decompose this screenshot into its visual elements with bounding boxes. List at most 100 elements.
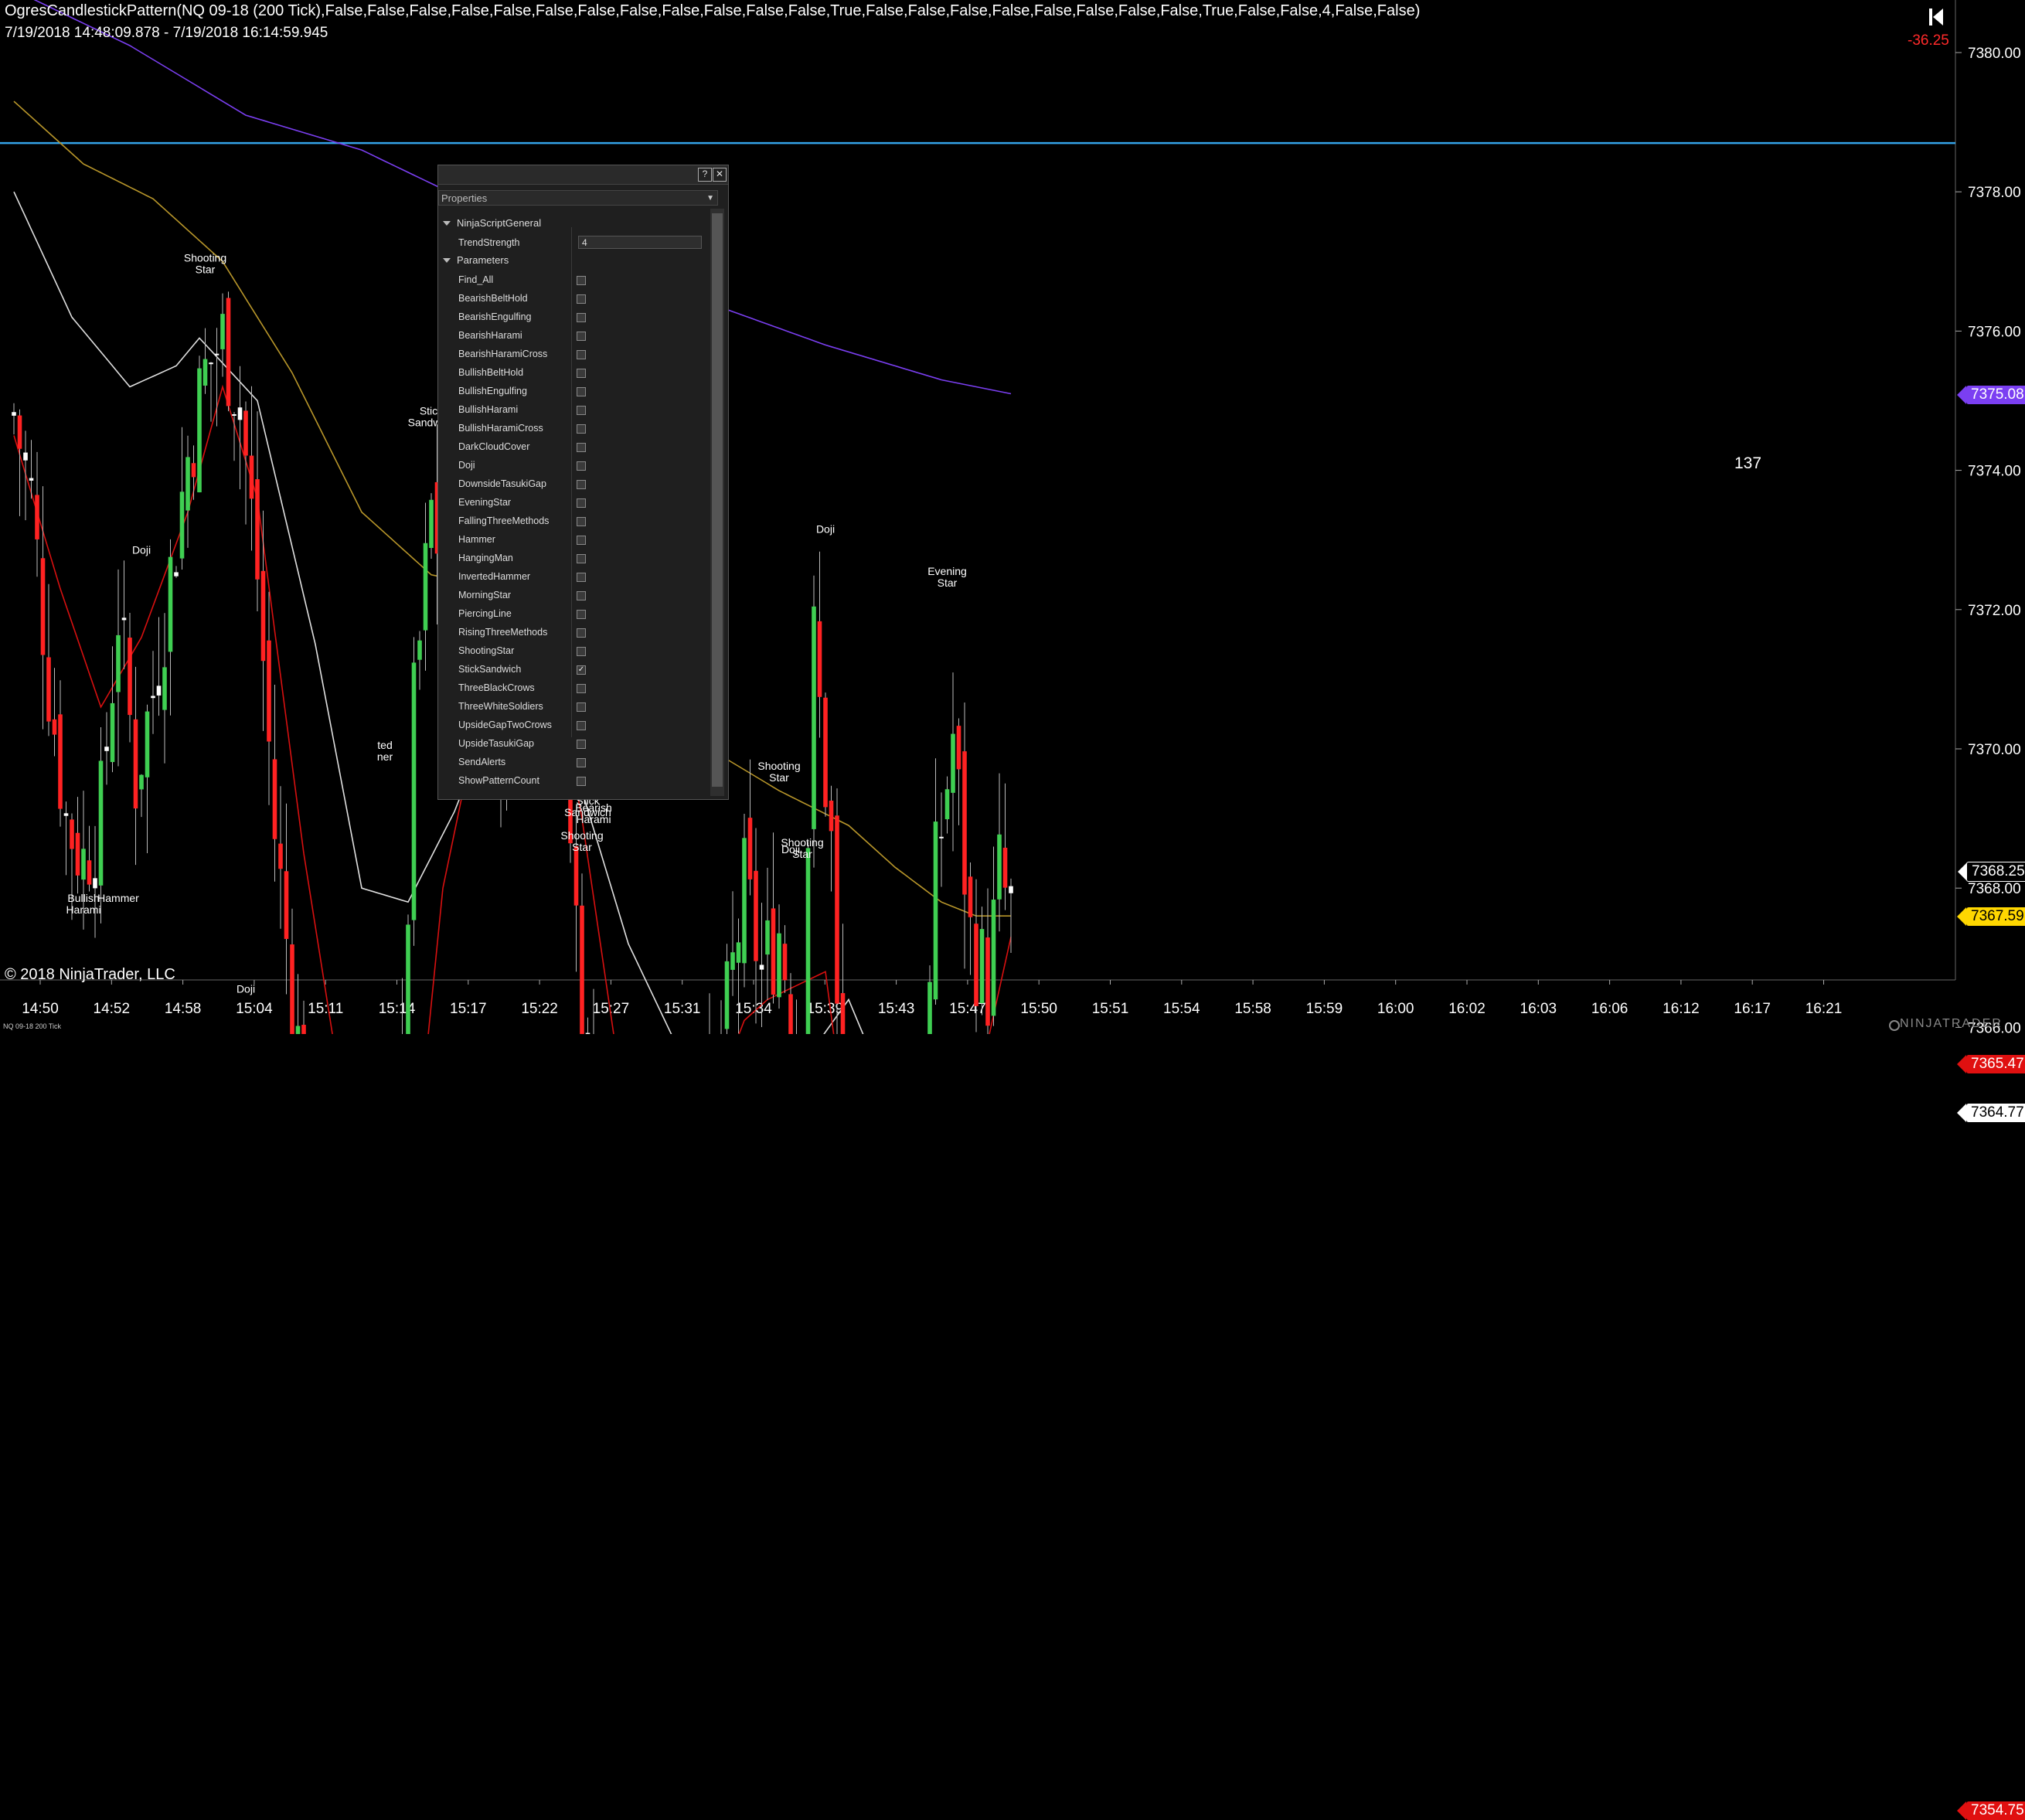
checkbox[interactable]	[577, 721, 586, 730]
candle-body	[35, 495, 39, 539]
y-tick-label: 7374.00	[1968, 464, 2021, 480]
property-row[interactable]: ThreeWhiteSoldiers	[438, 697, 705, 716]
property-row[interactable]: DownsideTasukiGap	[438, 475, 705, 493]
property-row[interactable]: BullishHaramiCross	[438, 419, 705, 437]
candle-body	[98, 760, 104, 886]
property-row[interactable]: HangingMan	[438, 549, 705, 567]
checkbox[interactable]	[577, 647, 586, 656]
pattern-label: Doji	[816, 523, 835, 536]
pattern-label-line: ner	[377, 750, 393, 763]
candle-body	[12, 412, 16, 416]
property-row[interactable]: RisingThreeMethods	[438, 623, 705, 641]
checkbox[interactable]	[577, 758, 586, 767]
property-row[interactable]: UpsideTasukiGap	[438, 734, 705, 753]
checkbox[interactable]	[577, 498, 586, 508]
checkbox[interactable]	[577, 777, 586, 786]
checkbox[interactable]	[577, 684, 586, 693]
property-row[interactable]: BullishEngulfing	[438, 382, 705, 400]
candle-body	[968, 876, 973, 917]
property-row[interactable]: DarkCloudCover	[438, 437, 705, 456]
candle-body	[927, 981, 932, 1034]
checkbox[interactable]	[577, 313, 586, 322]
property-row[interactable]: BearishHaramiCross	[438, 345, 705, 363]
checkbox[interactable]	[577, 387, 586, 396]
checkbox[interactable]	[577, 406, 586, 415]
checkbox[interactable]	[577, 740, 586, 749]
y-tick-label: 7368.00	[1968, 881, 2021, 897]
pattern-label-line: Star	[769, 771, 789, 784]
scroll-to-end-icon[interactable]	[1928, 7, 1946, 27]
close-button[interactable]: ✕	[713, 168, 727, 182]
pattern-label: ShootingStar	[184, 251, 226, 275]
property-row[interactable]: MorningStar	[438, 586, 705, 604]
property-row[interactable]: PiercingLine	[438, 604, 705, 623]
expand-triangle-icon[interactable]	[443, 221, 451, 226]
property-label: UpsideTasukiGap	[458, 738, 534, 749]
section-ninjascriptgeneral[interactable]: NinjaScriptGeneral	[438, 215, 541, 232]
candle-body	[423, 543, 428, 631]
pattern-label: ShootingStar	[757, 760, 800, 784]
x-tick-label: 14:50	[22, 1001, 59, 1017]
checkbox[interactable]	[577, 424, 586, 434]
checkbox[interactable]	[577, 350, 586, 359]
property-row[interactable]: BearishHarami	[438, 326, 705, 345]
pattern-label-line: Shooting	[757, 760, 800, 772]
property-row[interactable]: TrendStrength 4	[438, 233, 705, 252]
candle-body	[70, 819, 74, 849]
candle-body	[974, 924, 978, 1006]
property-row[interactable]: UpsideGapTwoCrows	[438, 716, 705, 734]
property-row[interactable]: ShootingStar	[438, 641, 705, 660]
property-row[interactable]: EveningStar	[438, 493, 705, 512]
property-row[interactable]: ThreeBlackCrows	[438, 679, 705, 697]
property-row[interactable]: BullishHarami	[438, 400, 705, 419]
checkbox[interactable]	[577, 517, 586, 526]
scrollbar-thumb[interactable]	[712, 213, 723, 787]
x-tick-label: 15:11	[308, 1001, 343, 1017]
property-label: ShootingStar	[458, 645, 515, 656]
property-row[interactable]: StickSandwich ✓	[438, 660, 705, 679]
property-row[interactable]: Doji	[438, 456, 705, 475]
candle-body	[139, 774, 144, 790]
property-row[interactable]: InvertedHammer	[438, 567, 705, 586]
candle-body	[956, 726, 961, 770]
checkbox[interactable]	[577, 443, 586, 452]
candle-body	[232, 413, 237, 416]
checkbox[interactable]	[577, 332, 586, 341]
checkbox[interactable]	[577, 591, 586, 600]
checkbox[interactable]	[577, 573, 586, 582]
properties-header[interactable]: Properties ▼	[438, 190, 718, 206]
help-button[interactable]: ?	[698, 168, 712, 182]
property-row[interactable]: Hammer	[438, 530, 705, 549]
checkbox[interactable]	[577, 610, 586, 619]
property-row[interactable]: SendAlerts	[438, 753, 705, 771]
checkbox[interactable]: ✓	[577, 665, 586, 675]
checkbox[interactable]	[577, 369, 586, 378]
y-tick-label: 7372.00	[1968, 603, 2021, 619]
trend-strength-input[interactable]: 4	[578, 236, 702, 249]
checkbox[interactable]	[577, 628, 586, 638]
pattern-label: ShootingStar	[560, 829, 603, 853]
panel-scrollbar[interactable]	[710, 209, 724, 796]
checkbox[interactable]	[577, 461, 586, 471]
candlestick-chart[interactable]: 7380.00 7378.00 7376.00 7374.00 7372.00 7370.…	[0, 0, 2025, 1034]
property-row[interactable]: BullishBeltHold	[438, 363, 705, 382]
checkbox[interactable]	[577, 702, 586, 712]
property-row[interactable]: BearishEngulfing	[438, 308, 705, 326]
net-change: -36.25	[1908, 32, 1949, 49]
property-row[interactable]: FallingThreeMethods	[438, 512, 705, 530]
candle-body	[243, 410, 248, 456]
property-row[interactable]: ShowPatternCount	[438, 771, 705, 790]
section-parameters[interactable]: Parameters	[438, 252, 509, 269]
properties-panel[interactable]: ? ✕ Properties ▼ NinjaScriptGeneral Trend…	[437, 165, 729, 800]
checkbox[interactable]	[577, 294, 586, 304]
checkbox[interactable]	[577, 536, 586, 545]
property-row[interactable]: BearishBeltHold	[438, 289, 705, 308]
checkbox[interactable]	[577, 480, 586, 489]
checkbox[interactable]	[577, 554, 586, 563]
panel-titlebar[interactable]: ? ✕	[438, 165, 728, 185]
chevron-down-icon[interactable]: ▼	[706, 191, 714, 206]
expand-triangle-icon[interactable]	[443, 258, 451, 263]
property-row[interactable]: Find_All	[438, 270, 705, 289]
candle-body	[29, 478, 34, 481]
checkbox[interactable]	[577, 276, 586, 285]
